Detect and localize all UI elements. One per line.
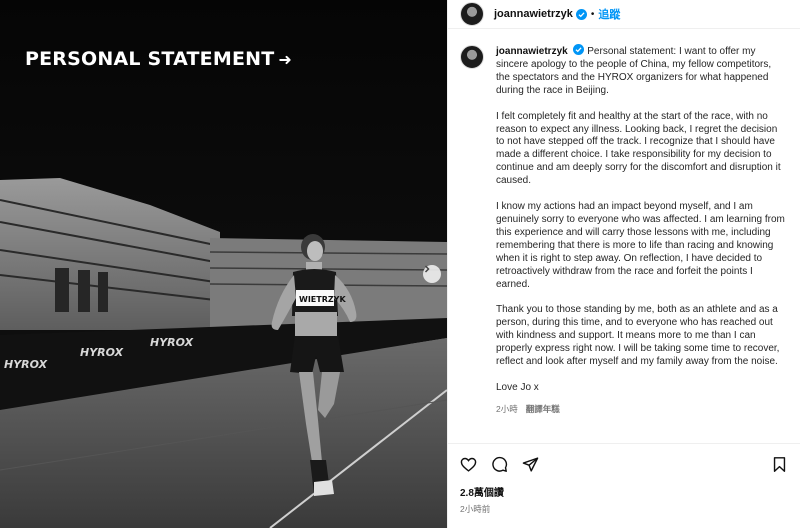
- bookmark-icon[interactable]: [771, 456, 788, 473]
- caption-paragraph: Love Jo x: [496, 381, 539, 393]
- overlay-title-text: PERSONAL STATEMENT: [25, 48, 275, 70]
- banner-text: HYROX: [80, 346, 124, 359]
- chevron-right-icon: [424, 265, 430, 273]
- caption-text: joannawietrzyk Personal statement: I wan…: [496, 44, 786, 416]
- heart-icon[interactable]: [460, 456, 477, 473]
- arrow-right-icon: ➜: [278, 50, 292, 69]
- bib-text: WIETRZYK: [299, 295, 346, 304]
- avatar[interactable]: [460, 45, 484, 69]
- comment-icon[interactable]: [491, 456, 508, 473]
- caption-paragraph: joannawietrzyk Personal statement: I wan…: [496, 44, 786, 98]
- carousel-next-button[interactable]: [423, 265, 441, 283]
- caption-paragraph: Thank you to those standing by me, both …: [496, 304, 780, 368]
- action-bar: [448, 444, 800, 484]
- separator-dot: •: [590, 8, 595, 20]
- post-photo[interactable]: HYROX HYROX HYROX WIETRZYK PERSONAL STAT…: [0, 0, 447, 528]
- verified-badge-icon: [573, 44, 585, 55]
- caption-username[interactable]: joannawietrzyk: [496, 46, 568, 57]
- caption-meta: 2小時 翻譯年糕: [496, 403, 786, 416]
- like-count[interactable]: 2.8萬個讚: [448, 484, 800, 499]
- caption-paragraph: I know my actions had an impact beyond m…: [496, 201, 785, 290]
- race-photo-image: HYROX HYROX HYROX WIETRZYK: [0, 0, 447, 528]
- banner-text: HYROX: [150, 336, 194, 349]
- caption-paragraph: I felt completely fit and healthy at the…: [496, 110, 781, 187]
- post-timestamp[interactable]: 2小時前: [448, 503, 800, 515]
- follow-button[interactable]: 追蹤: [598, 6, 620, 22]
- post-actions-section: 2.8萬個讚 2小時前: [448, 443, 800, 515]
- avatar[interactable]: [460, 2, 484, 26]
- post-header: joannawietrzyk • 追蹤: [448, 0, 800, 29]
- caption-section[interactable]: joannawietrzyk Personal statement: I wan…: [448, 30, 800, 442]
- header-username[interactable]: joannawietrzyk: [494, 8, 573, 20]
- translate-link[interactable]: 翻譯年糕: [526, 404, 560, 414]
- share-icon[interactable]: [522, 456, 539, 473]
- banner-text: HYROX: [4, 358, 48, 371]
- caption-age: 2小時: [496, 403, 518, 414]
- overlay-title: PERSONAL STATEMENT ➜: [25, 48, 292, 70]
- post-side-panel: joannawietrzyk • 追蹤 joannawietrzyk Perso…: [447, 0, 800, 528]
- verified-badge-icon: [575, 8, 587, 20]
